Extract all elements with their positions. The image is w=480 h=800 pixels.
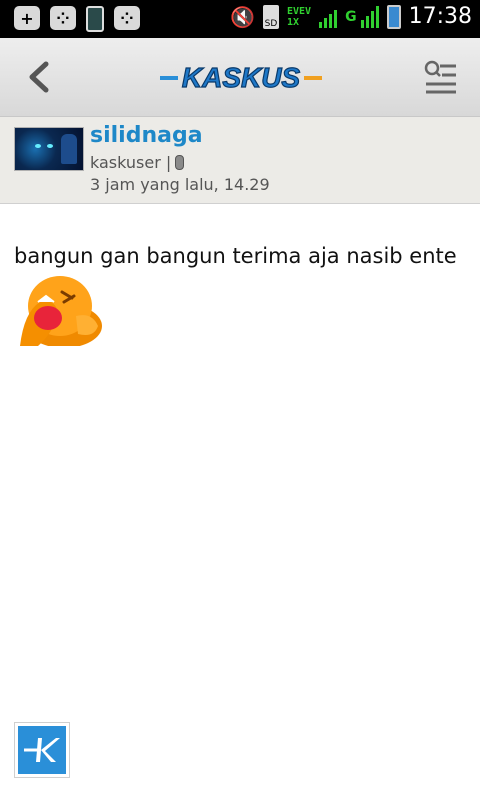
notification-icons: + ⁘ ⁘ <box>14 6 140 32</box>
kaskus-home-button[interactable] <box>14 722 70 778</box>
g-signal-icon <box>360 5 379 28</box>
clock: 17:38 <box>408 4 472 29</box>
kaskus-logo-text: KASKUS <box>182 62 301 93</box>
chevron-left-icon <box>29 61 49 93</box>
post-body: bangun gan bangun terima aja nasib ente <box>14 244 457 268</box>
bbm-message-icon: ⁘ <box>114 6 140 30</box>
avatar[interactable] <box>14 127 84 171</box>
reputation-badge-icon <box>175 155 185 170</box>
app-bar: KASKUS <box>0 38 480 117</box>
phone-icon <box>86 6 104 32</box>
post-header: silidnaga kaskuser | 3 jam yang lalu, 14… <box>0 117 480 204</box>
battery-charging-icon <box>386 4 401 29</box>
search-menu-button[interactable] <box>420 58 460 96</box>
kaskus-logo: KASKUS <box>160 60 322 96</box>
bbm-notification-icon: ⁘ <box>50 6 76 30</box>
mute-icon: 🔇 <box>230 4 255 29</box>
signal-strength-icon <box>319 6 338 28</box>
network-bottom-label: 1X <box>287 16 300 28</box>
sd-card-icon: SD <box>263 4 279 29</box>
status-bar: + ⁘ ⁘ 🔇 SD EVEV 1X G 17:38 <box>0 0 480 38</box>
kaskus-k-icon <box>18 726 66 774</box>
add-notification-icon: + <box>14 6 40 30</box>
system-icons: 🔇 SD EVEV 1X G 17:38 <box>230 4 472 29</box>
username[interactable]: silidnaga <box>90 123 203 148</box>
user-title: kaskuser | <box>90 153 185 172</box>
g-network-label: G <box>345 8 357 25</box>
network-type-indicator: EVEV 1X <box>287 6 311 28</box>
laughing-emoticon-icon <box>14 272 104 348</box>
network-top-label: EVEV <box>287 5 312 17</box>
sd-card-label: SD <box>264 18 278 29</box>
post-time: 3 jam yang lalu, 14.29 <box>90 175 270 194</box>
back-button[interactable] <box>22 58 58 96</box>
user-title-label: kaskuser | <box>90 153 172 172</box>
search-list-icon <box>424 60 456 94</box>
